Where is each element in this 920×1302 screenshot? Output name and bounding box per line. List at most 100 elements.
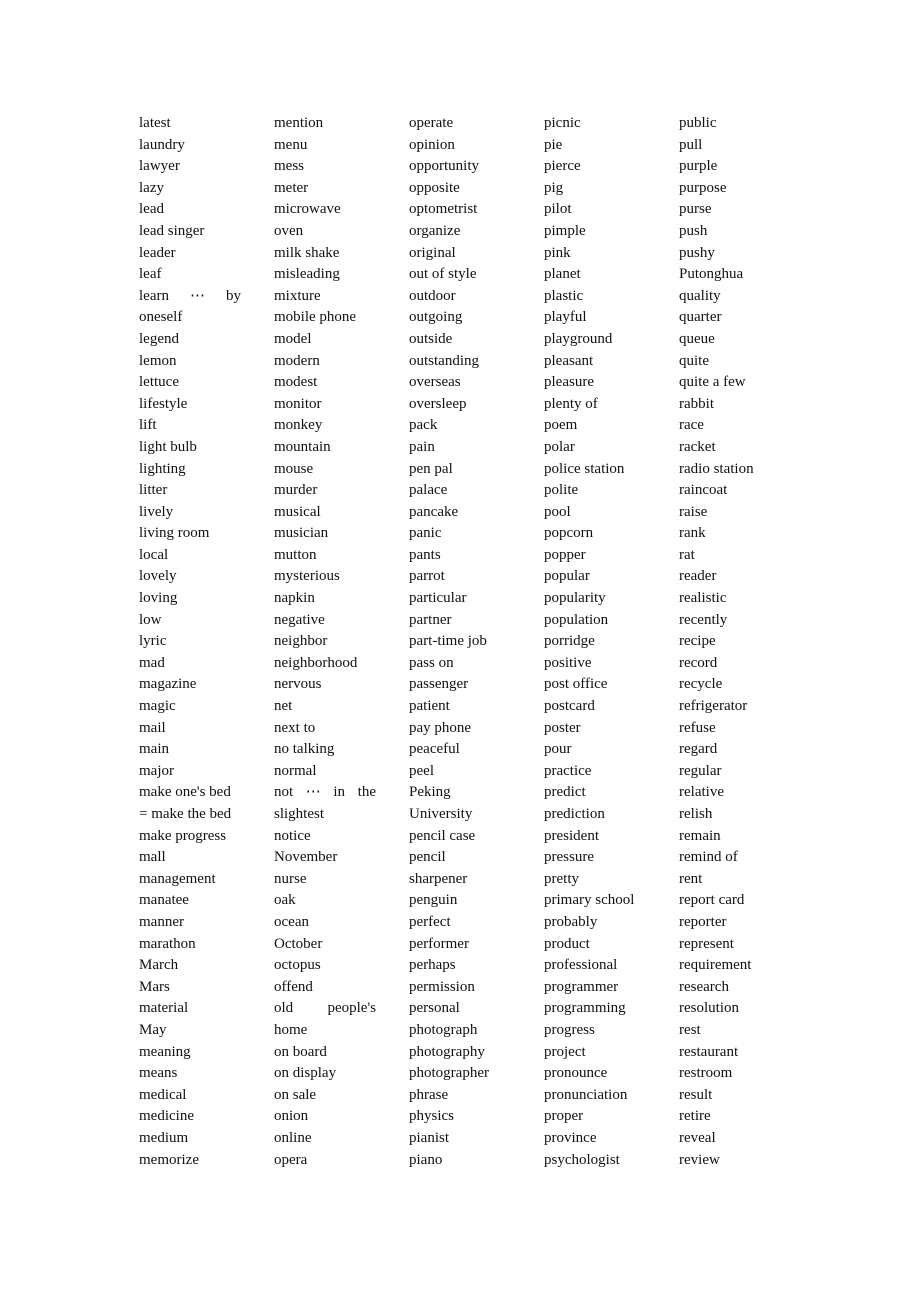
word-entry: overseas <box>409 374 461 391</box>
word-entry: plastic <box>544 287 584 304</box>
word-entry: positive <box>544 654 592 671</box>
word-entry: programmer <box>544 978 619 995</box>
word-entry: plenty of <box>544 395 598 412</box>
word-entry: November <box>274 849 338 866</box>
word-entry: onion <box>274 1108 309 1125</box>
word-entry: poster <box>544 719 581 736</box>
word-entry: old people's <box>274 1000 376 1017</box>
word-entry: reveal <box>679 1129 716 1146</box>
word-entry: pronunciation <box>544 1086 628 1103</box>
word-entry: poem <box>544 417 578 434</box>
word-column-3: operate opinion opportunity opposite optomet… <box>409 113 544 1171</box>
word-entry: = make the bed <box>139 806 232 822</box>
word-entry: pass on <box>409 654 454 671</box>
word-entry: leader <box>139 244 176 261</box>
word-entry: nurse <box>274 870 307 887</box>
word-entry: out of style <box>409 266 477 283</box>
word-entry: oak <box>274 892 296 909</box>
word-entry: refuse <box>679 719 716 736</box>
word-entry: recycle <box>679 676 723 693</box>
word-entry: pack <box>409 417 438 434</box>
word-entry: next to <box>274 719 316 736</box>
word-entry: rat <box>679 546 695 563</box>
word-entry: magazine <box>139 676 197 693</box>
word-entry: research <box>679 978 729 995</box>
word-entry: learn ⋯ by <box>139 287 241 304</box>
word-entry: mutton <box>274 546 317 563</box>
word-entry: leaf <box>139 266 162 283</box>
word-entry: pencil case <box>409 827 476 844</box>
word-entry: mail <box>139 719 166 736</box>
word-entry: neighbor <box>274 633 328 650</box>
word-entry: pilot <box>544 201 572 218</box>
word-entry: offend <box>274 978 313 995</box>
word-entry: lettuce <box>139 374 179 391</box>
word-entry: neighborhood <box>274 654 358 671</box>
word-entry: model <box>274 330 312 347</box>
word-entry: popcorn <box>544 525 594 542</box>
word-entry: pain <box>409 438 435 455</box>
word-entry: post office <box>544 676 608 693</box>
word-entry: project <box>544 1043 586 1060</box>
word-entry: pants <box>409 546 441 563</box>
word-entry: playful <box>544 309 587 326</box>
word-entry: oversleep <box>409 395 467 412</box>
word-entry: October <box>274 935 323 952</box>
word-entry: record <box>679 654 718 671</box>
word-entry: May <box>139 1021 167 1038</box>
word-entry: raise <box>679 503 708 520</box>
word-entry: phrase <box>409 1086 449 1103</box>
word-entry: menu <box>274 136 308 153</box>
word-entry: lemon <box>139 352 177 369</box>
word-entry: nervous <box>274 676 322 693</box>
word-entry: living room <box>139 525 210 542</box>
word-entry: recipe <box>679 633 716 650</box>
word-entry: pushy <box>679 244 715 261</box>
word-entry: photography <box>409 1043 485 1060</box>
word-entry: pimple <box>544 222 586 239</box>
word-entry: restroom <box>679 1065 733 1082</box>
word-entry: pressure <box>544 849 594 866</box>
word-entry: quality <box>679 287 721 304</box>
word-entry: low <box>139 611 162 628</box>
word-entry: mad <box>139 654 165 671</box>
word-entry: March <box>139 957 179 974</box>
word-entry: pay phone <box>409 719 472 736</box>
word-entry: regard <box>679 741 718 758</box>
word-entry: lead singer <box>139 222 205 239</box>
word-entry: pretty <box>544 870 579 887</box>
word-entry: meter <box>274 179 309 196</box>
word-entry: outstanding <box>409 352 479 369</box>
word-entry: perhaps <box>409 957 456 974</box>
word-entry: pen pal <box>409 460 453 477</box>
word-entry: medical <box>139 1086 187 1103</box>
word-entry: organize <box>409 222 461 239</box>
word-entry: quarter <box>679 309 722 326</box>
word-entry: lively <box>139 503 174 520</box>
word-entry: opposite <box>409 179 460 196</box>
word-entry: monitor <box>274 395 322 412</box>
word-entry: piano <box>409 1151 443 1168</box>
word-entry: oneself <box>139 309 183 326</box>
word-entry: Putonghua <box>679 266 744 283</box>
word-entry: radio station <box>679 460 754 477</box>
word-entry: personal <box>409 1000 460 1017</box>
word-entry: public <box>679 115 717 131</box>
word-entry: normal <box>274 762 317 779</box>
word-entry: push <box>679 222 708 239</box>
word-entry: parrot <box>409 568 445 585</box>
word-entry: misleading <box>274 266 340 283</box>
word-column-1: latest laundry lawyer lazy lead lead singer le… <box>139 113 274 1171</box>
word-entry: pour <box>544 741 572 758</box>
word-entry: negative <box>274 611 325 628</box>
word-entry: particular <box>409 590 467 607</box>
word-entry: president <box>544 827 599 844</box>
word-entry: make one's bed <box>139 784 231 801</box>
word-entry: partner <box>409 611 452 628</box>
word-entry: make progress <box>139 827 227 844</box>
word-entry: race <box>679 417 704 434</box>
word-column-2: mention menu mess meter microwave oven milk sh… <box>274 113 409 1171</box>
word-entry: modest <box>274 374 318 391</box>
word-entry: retire <box>679 1108 711 1125</box>
word-entry: on display <box>274 1065 337 1082</box>
